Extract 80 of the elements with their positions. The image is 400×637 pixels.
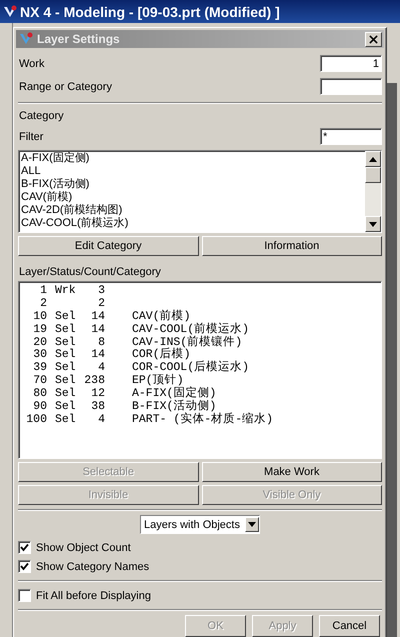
layer-number: 70 bbox=[32, 374, 47, 388]
layer-number: 30 bbox=[32, 348, 47, 362]
action-button[interactable]: Information bbox=[202, 236, 382, 256]
category-item[interactable]: A-FIX(固定侧) bbox=[21, 152, 363, 165]
dialog-button[interactable]: Cancel bbox=[319, 615, 380, 637]
checkbox-label: Show Object Count bbox=[36, 542, 131, 554]
category-item[interactable]: ALL bbox=[21, 165, 363, 178]
checkbox[interactable] bbox=[18, 560, 31, 573]
range-field[interactable] bbox=[320, 78, 382, 95]
work-layer-field[interactable]: 1 bbox=[320, 55, 382, 72]
category-name: EP(顶针) bbox=[132, 374, 184, 388]
logo-icon bbox=[2, 4, 18, 20]
category-name: COR(后模) bbox=[132, 348, 191, 362]
category-name: CAV-INS(前模镶件) bbox=[132, 336, 242, 348]
object-count: 4 bbox=[97, 361, 105, 374]
caret-icon bbox=[248, 522, 256, 527]
layer-status: Sel bbox=[55, 387, 77, 400]
layer-number: 1 bbox=[39, 284, 47, 297]
app-title: NX 4 - Modeling - [09-03.prt (Modified) ] bbox=[20, 4, 280, 20]
action-button[interactable]: Make Work bbox=[202, 462, 382, 482]
category-name: B-FIX(活动侧) bbox=[132, 400, 216, 413]
up-arrow-icon bbox=[369, 156, 377, 162]
layer-number: 2 bbox=[39, 296, 47, 310]
category-list[interactable]: A-FIX(固定侧) ALL B-FIX(活动侧) CAV(前模) CAV-2D(前模结构图) CAV-COOL(前模运水) bbox=[18, 150, 382, 233]
object-count: 14 bbox=[90, 322, 105, 336]
checkbox[interactable] bbox=[18, 589, 31, 602]
layer-number: 19 bbox=[32, 322, 47, 336]
scroll-thumb[interactable] bbox=[365, 167, 381, 183]
layer-status: Sel bbox=[55, 310, 77, 323]
category-name: COR-COOL(后模运水) bbox=[132, 361, 250, 374]
layer-status: Sel bbox=[55, 348, 77, 362]
action-button[interactable]: Edit Category bbox=[18, 236, 198, 256]
dialog-title: Layer Settings bbox=[37, 32, 121, 46]
scrollbar[interactable] bbox=[365, 151, 381, 232]
category-name: CAV(前模) bbox=[132, 310, 191, 323]
layer-status: Sel bbox=[55, 361, 77, 374]
object-count: 3 bbox=[97, 284, 105, 297]
display-dropdown[interactable]: Layers with Objects bbox=[140, 515, 260, 534]
category-item[interactable]: B-FIX(活动侧) bbox=[21, 178, 363, 191]
scroll-down-button[interactable] bbox=[365, 216, 381, 232]
checkbox[interactable] bbox=[18, 541, 31, 554]
layer-status: Sel bbox=[55, 400, 77, 413]
layer-status: Sel bbox=[55, 322, 77, 336]
object-count: 12 bbox=[90, 387, 105, 400]
down-arrow-icon bbox=[369, 222, 377, 226]
category-item[interactable]: CAV-2D(前模结构图) bbox=[21, 204, 363, 217]
layer-list[interactable] bbox=[18, 281, 382, 459]
layer-status: Sel bbox=[55, 336, 77, 348]
close-button[interactable] bbox=[365, 32, 382, 46]
layer-number: 100 bbox=[25, 412, 47, 426]
object-count: 14 bbox=[90, 348, 105, 362]
object-count: 4 bbox=[97, 412, 105, 426]
object-count: 8 bbox=[97, 336, 105, 348]
layer-number: 10 bbox=[32, 310, 47, 323]
field-label: Work bbox=[18, 58, 44, 70]
object-count: 14 bbox=[90, 310, 105, 323]
field-label: Filter bbox=[18, 130, 44, 142]
checkbox-label: Show Category Names bbox=[36, 560, 150, 572]
filter-field[interactable]: * bbox=[320, 128, 382, 145]
category-item[interactable]: CAV(前模) bbox=[21, 191, 363, 204]
field-label: Range or Category bbox=[18, 80, 112, 92]
layer-number: 90 bbox=[32, 400, 47, 413]
scroll-up-button[interactable] bbox=[365, 151, 381, 167]
object-count: 2 bbox=[97, 296, 105, 310]
section-heading: Category bbox=[18, 109, 65, 124]
category-name: A-FIX(固定侧) bbox=[132, 387, 216, 400]
layer-number: 39 bbox=[32, 361, 47, 374]
category-name: CAV-COOL(前模运水) bbox=[132, 322, 250, 336]
checkbox-label: Fit All before Displaying bbox=[36, 590, 151, 602]
object-count: 238 bbox=[83, 374, 105, 388]
close-icon bbox=[369, 34, 378, 44]
layer-status: Sel bbox=[55, 412, 77, 426]
category-item[interactable]: CAV-COOL(前模运水) bbox=[21, 217, 363, 230]
layer-number: 80 bbox=[32, 387, 47, 400]
section-heading: Layer/Status/Count/Category bbox=[18, 265, 162, 280]
object-count: 38 bbox=[90, 400, 105, 413]
layer-status: Sel bbox=[55, 374, 77, 388]
layer-number: 20 bbox=[32, 336, 47, 348]
layer-status: Wrk bbox=[55, 284, 77, 297]
category-name: PART- (实体-材质-缩水) bbox=[132, 412, 274, 426]
